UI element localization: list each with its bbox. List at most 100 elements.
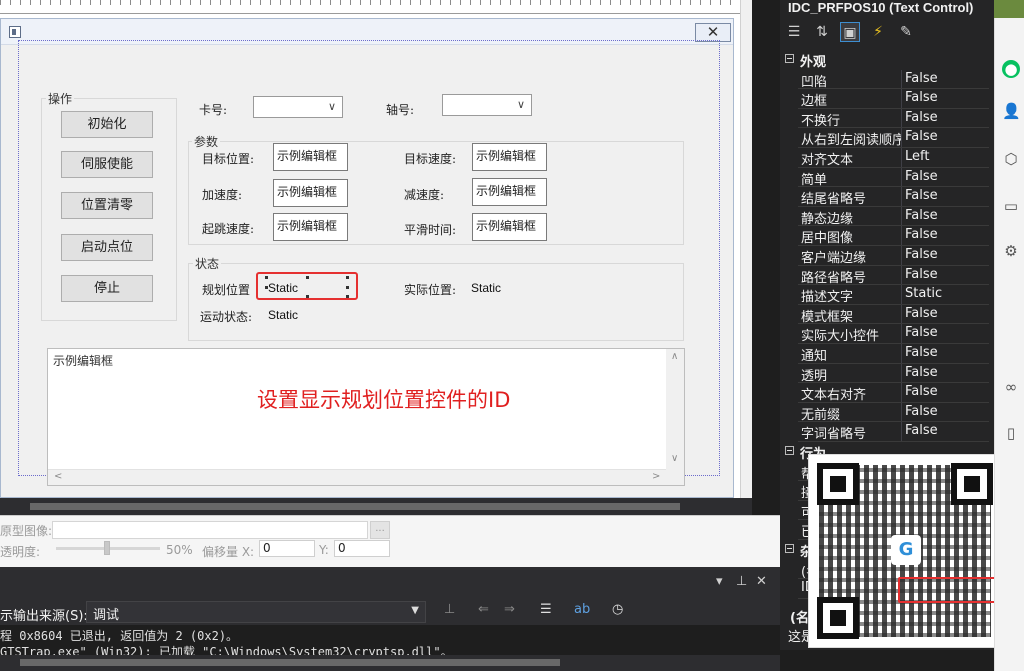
events-icon[interactable]: ⚡ <box>868 22 888 42</box>
property-value[interactable]: False <box>905 129 989 144</box>
scroll-down-icon[interactable]: ∨ <box>671 453 678 464</box>
box-icon[interactable]: ⬡ <box>1002 150 1020 168</box>
log-edit-horizontal-scrollbar[interactable]: < > <box>48 469 666 485</box>
wrench-icon[interactable]: ✎ <box>896 22 916 42</box>
property-row[interactable]: 结尾省略号 False <box>784 187 989 207</box>
word-wrap-icon[interactable]: ab <box>574 602 590 617</box>
find-icon[interactable]: ⊥ <box>444 602 455 617</box>
property-value[interactable]: False <box>905 208 989 223</box>
axis-combo[interactable]: ∨ <box>442 94 532 116</box>
target-velocity-edit[interactable]: 示例编辑框 <box>472 143 547 171</box>
property-row[interactable]: 从右到左阅读顺序 False <box>784 128 989 148</box>
categorized-icon[interactable]: ☰ <box>784 22 804 42</box>
property-value[interactable]: False <box>905 247 989 262</box>
property-value[interactable]: False <box>905 345 989 360</box>
property-row[interactable]: 通知 False <box>784 344 989 364</box>
aperture-icon[interactable]: ⚙ <box>1002 242 1020 260</box>
property-value[interactable]: False <box>905 267 989 282</box>
property-row[interactable]: 静态边缘 False <box>784 206 989 227</box>
scroll-up-icon[interactable]: ∧ <box>671 351 678 362</box>
alphabetical-icon[interactable]: ⇅ <box>812 22 832 42</box>
clear-position-button[interactable]: 位置清零 <box>61 192 153 219</box>
property-row[interactable]: 文本右对齐 False <box>784 383 989 403</box>
start-velocity-edit[interactable]: 示例编辑框 <box>273 213 348 241</box>
property-value[interactable]: False <box>905 384 989 399</box>
collapse-icon[interactable] <box>785 544 794 553</box>
opacity-slider-thumb[interactable] <box>104 541 110 555</box>
property-row[interactable]: 实际大小控件 False <box>784 324 989 344</box>
acceleration-edit[interactable]: 示例编辑框 <box>273 179 348 207</box>
resize-handle[interactable] <box>306 295 309 298</box>
property-row[interactable]: 字词省略号 False <box>784 422 989 442</box>
properties-icon[interactable]: ▣ <box>840 22 860 42</box>
phone-icon[interactable]: ▯ <box>1002 424 1020 442</box>
collapse-icon[interactable] <box>785 54 794 63</box>
offset-y-spin[interactable]: 0 <box>334 540 390 557</box>
property-row[interactable]: 无前缀 False <box>784 402 989 423</box>
property-value[interactable]: False <box>905 404 989 419</box>
target-position-edit[interactable]: 示例编辑框 <box>273 143 348 171</box>
stop-button[interactable]: 停止 <box>61 275 153 302</box>
output-scroll-thumb[interactable] <box>20 659 560 666</box>
resize-handle[interactable] <box>265 276 268 279</box>
property-value[interactable]: Static <box>905 286 989 301</box>
property-row[interactable]: 模式框架 False <box>784 304 989 325</box>
property-row[interactable]: 路径省略号 False <box>784 265 989 286</box>
property-value[interactable]: False <box>905 188 989 203</box>
property-value[interactable]: Left <box>905 149 989 164</box>
property-row[interactable]: 居中图像 False <box>784 226 989 246</box>
scroll-left-icon[interactable]: < <box>54 471 62 482</box>
smooth-time-edit[interactable]: 示例编辑框 <box>472 213 547 241</box>
actual-position-static[interactable]: Static <box>471 281 501 295</box>
resize-handle[interactable] <box>265 286 268 289</box>
property-row[interactable]: 凹陷 False <box>784 69 989 90</box>
browse-button[interactable]: ... <box>370 521 390 539</box>
property-row[interactable]: 客户端边缘 False <box>784 246 989 266</box>
card-combo[interactable]: ∨ <box>253 96 343 118</box>
offset-x-spin[interactable]: 0 <box>259 540 315 557</box>
property-value[interactable]: False <box>905 325 989 340</box>
link-icon[interactable]: ∞ <box>1002 378 1020 396</box>
property-row[interactable]: 不换行 False <box>784 108 989 129</box>
design-horizontal-scroll-thumb[interactable] <box>30 503 680 510</box>
property-value[interactable]: False <box>905 71 989 86</box>
resize-handle[interactable] <box>346 295 349 298</box>
timestamp-icon[interactable]: ◷ <box>612 602 623 617</box>
servo-enable-button[interactable]: 伺服使能 <box>61 151 153 178</box>
pin-icon[interactable]: ⊥ <box>736 574 747 589</box>
resize-handle[interactable] <box>346 276 349 279</box>
property-value[interactable]: False <box>905 110 989 125</box>
log-edit-vertical-scrollbar[interactable]: ∧ ∨ <box>666 349 684 469</box>
clear-all-icon[interactable]: ☰ <box>540 602 552 617</box>
close-icon[interactable]: ✕ <box>756 574 767 589</box>
resize-handle[interactable] <box>346 286 349 289</box>
deceleration-edit[interactable]: 示例编辑框 <box>472 178 547 206</box>
dropdown-icon[interactable]: ▾ <box>716 574 723 589</box>
chat-icon[interactable]: ● <box>1002 60 1020 78</box>
property-row[interactable]: 边框 False <box>784 89 989 109</box>
design-vertical-scrollbar[interactable] <box>740 0 752 515</box>
property-value[interactable]: False <box>905 227 989 242</box>
property-value[interactable]: False <box>905 365 989 380</box>
image-path-input[interactable] <box>52 521 368 539</box>
resize-handle[interactable] <box>306 276 309 279</box>
property-row[interactable]: 简单 False <box>784 167 989 188</box>
property-row[interactable]: 对齐文本 Left <box>784 148 989 168</box>
scroll-right-icon[interactable]: > <box>652 471 660 482</box>
property-value[interactable]: False <box>905 169 989 184</box>
property-category[interactable]: 外观 <box>784 50 989 70</box>
property-value[interactable]: False <box>905 423 989 438</box>
property-row[interactable]: 描述文字 Static <box>784 285 989 305</box>
contacts-icon[interactable]: 👤 <box>1002 102 1021 120</box>
dialog-design-surface[interactable]: ✕ 操作 初始化 伺服使能 位置清零 启动点位 停止 卡号: ∨ 轴号: ∨ 参… <box>0 0 752 515</box>
motion-status-static[interactable]: Static <box>268 308 298 322</box>
property-row[interactable]: 透明 False <box>784 363 989 384</box>
next-message-icon[interactable]: ⇒ <box>504 602 515 617</box>
property-value[interactable]: False <box>905 90 989 105</box>
log-multiline-edit[interactable]: 示例编辑框 ∧ ∨ < > <box>47 348 685 486</box>
start-point-button[interactable]: 启动点位 <box>61 234 153 261</box>
collapse-icon[interactable] <box>785 446 794 455</box>
prev-message-icon[interactable]: ⇐ <box>478 602 489 617</box>
folder-icon[interactable]: ▭ <box>1002 197 1020 215</box>
output-source-select[interactable]: 调试 ▼ <box>86 601 426 623</box>
